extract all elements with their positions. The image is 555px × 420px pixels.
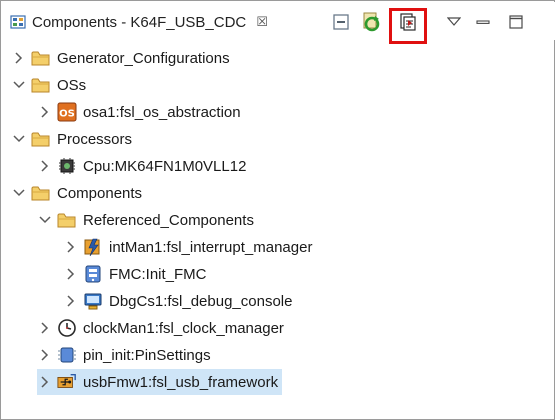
chevron-down-icon[interactable] [11, 131, 27, 147]
cpu-chip-icon [57, 156, 77, 176]
view-tab[interactable]: Components - K64F_USB_CDC ☒ [6, 6, 268, 38]
chevron-right-icon[interactable] [37, 104, 53, 120]
debug-console-icon [83, 291, 103, 311]
maximize-icon[interactable] [504, 10, 528, 34]
chevron-down-icon[interactable] [37, 212, 53, 228]
folder-icon [57, 210, 77, 230]
chevron-down-icon[interactable] [11, 185, 27, 201]
folder-icon [31, 129, 51, 149]
chevron-right-icon[interactable] [37, 158, 53, 174]
components-view-icon [10, 14, 26, 30]
tree-item-label: usbFmw1:fsl_usb_framework [83, 373, 279, 391]
chevron-right-icon[interactable] [11, 50, 27, 66]
tree-item-label: Cpu:MK64FN1M0VLL12 [83, 157, 247, 175]
tree-item-label: clockMan1:fsl_clock_manager [83, 319, 284, 337]
chevron-right-icon[interactable] [63, 293, 79, 309]
tree-item[interactable]: usbFmw1:fsl_usb_framework [37, 369, 283, 395]
refresh-icon[interactable] [359, 10, 383, 34]
chevron-right-icon[interactable] [37, 320, 53, 336]
tree-item[interactable]: clockMan1:fsl_clock_manager [37, 315, 284, 341]
chevron-right-icon[interactable] [37, 347, 53, 363]
components-view: Components - K64F_USB_CDC ☒ Generator_Co… [0, 0, 555, 420]
tree-item-label: osa1:fsl_os_abstraction [83, 103, 241, 121]
tree-item[interactable]: Generator_Configurations [11, 45, 230, 71]
init-component-icon [83, 264, 103, 284]
tree-item-label: Generator_Configurations [57, 49, 230, 67]
view-menu-icon[interactable] [442, 10, 466, 34]
tree-item-label: Referenced_Components [83, 211, 254, 229]
interrupt-manager-icon [83, 237, 103, 257]
tree-item[interactable]: OS osa1:fsl_os_abstraction [37, 99, 241, 125]
minimize-icon[interactable] [471, 10, 495, 34]
clock-manager-icon [57, 318, 77, 338]
close-tab-icon[interactable]: ☒ [256, 14, 268, 30]
tree-item-label: pin_init:PinSettings [83, 346, 211, 364]
chevron-right-icon[interactable] [37, 374, 53, 390]
os-component-icon: OS [57, 102, 77, 122]
pin-settings-icon [57, 345, 77, 365]
tree-item-label: FMC:Init_FMC [109, 265, 207, 283]
folder-icon [31, 48, 51, 68]
folder-icon [31, 183, 51, 203]
tree-item-label: Components [57, 184, 143, 202]
collapse-all-icon[interactable] [329, 10, 353, 34]
tree-item-label: Processors [57, 130, 133, 148]
view-titlebar: Components - K64F_USB_CDC ☒ [2, 2, 555, 44]
chevron-down-icon[interactable] [11, 77, 27, 93]
tree-item-label: intMan1:fsl_interrupt_manager [109, 238, 313, 256]
tree-item[interactable]: intMan1:fsl_interrupt_manager [63, 234, 312, 260]
tree-item[interactable]: DbgCs1:fsl_debug_console [63, 288, 292, 314]
chevron-right-icon[interactable] [63, 266, 79, 282]
chevron-right-icon[interactable] [63, 239, 79, 255]
view-title: Components - K64F_USB_CDC [32, 13, 247, 31]
tree-item[interactable]: Components [11, 180, 142, 206]
tree-item[interactable]: Cpu:MK64FN1M0VLL12 [37, 153, 246, 179]
tree-item[interactable]: FMC:Init_FMC [63, 261, 207, 287]
tree-item[interactable]: pin_init:PinSettings [37, 342, 211, 368]
tree-item[interactable]: Referenced_Components [37, 207, 254, 233]
usb-framework-icon [57, 372, 77, 392]
folder-icon [31, 75, 51, 95]
tree-item[interactable]: Processors [11, 126, 132, 152]
tree-item[interactable]: OSs [11, 72, 86, 98]
tree-item-label: DbgCs1:fsl_debug_console [109, 292, 293, 310]
tree-item-label: OSs [57, 76, 87, 94]
svg-text:OS: OS [59, 109, 75, 120]
toolbar-highlight-box [389, 8, 427, 44]
